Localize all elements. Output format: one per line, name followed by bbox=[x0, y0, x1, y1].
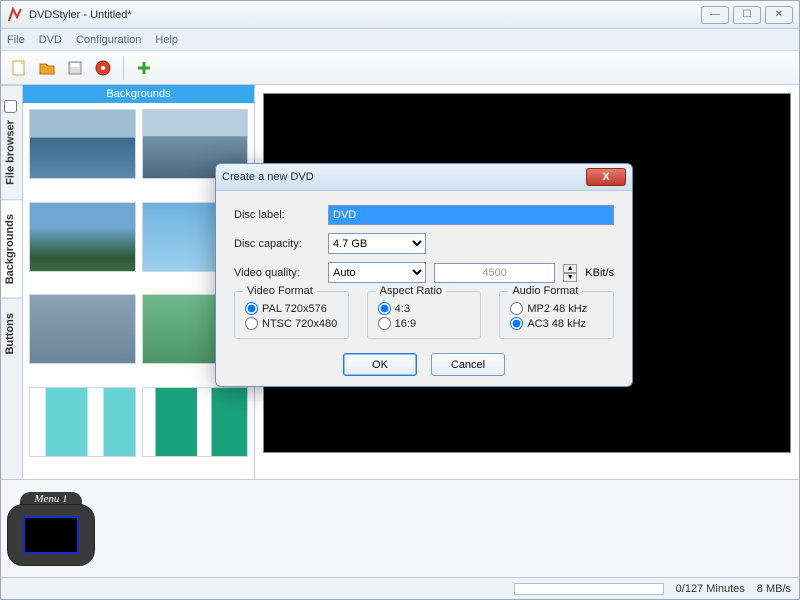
video-pal-radio[interactable] bbox=[245, 302, 258, 315]
window-controls: — ☐ ✕ bbox=[701, 6, 793, 24]
bitrate-spinner[interactable]: ▲ ▼ bbox=[563, 264, 577, 282]
create-dvd-dialog: Create a new DVD X Disc label: Disc capa… bbox=[215, 163, 633, 387]
maximize-button[interactable]: ☐ bbox=[733, 6, 761, 24]
aspect-ratio-group: Aspect Ratio 4:3 16:9 bbox=[367, 291, 482, 339]
aspect-169-radio[interactable] bbox=[378, 317, 391, 330]
aspect-43-radio[interactable] bbox=[378, 302, 391, 315]
audio-ac3-radio[interactable] bbox=[510, 317, 523, 330]
video-format-legend: Video Format bbox=[243, 285, 317, 297]
cancel-button[interactable]: Cancel bbox=[431, 353, 505, 376]
background-thumb[interactable] bbox=[29, 202, 136, 272]
menu-configuration[interactable]: Configuration bbox=[76, 34, 141, 46]
save-icon[interactable] bbox=[63, 56, 87, 80]
video-quality-label: Video quality: bbox=[234, 267, 320, 279]
audio-mp2-radio[interactable] bbox=[510, 302, 523, 315]
tab-file-browser[interactable]: File browser bbox=[1, 85, 22, 199]
ok-button[interactable]: OK bbox=[343, 353, 417, 376]
window-title: DVDStyler - Untitled* bbox=[29, 9, 701, 21]
disc-capacity-label: Disc capacity: bbox=[234, 238, 320, 250]
disc-label-label: Disc label: bbox=[234, 209, 320, 221]
minimize-button[interactable]: — bbox=[701, 6, 729, 24]
progress-bar bbox=[514, 583, 664, 595]
background-thumb[interactable] bbox=[142, 387, 249, 457]
menu-thumbnail bbox=[7, 504, 95, 566]
panel-header: Backgrounds bbox=[23, 85, 254, 103]
background-thumb[interactable] bbox=[29, 387, 136, 457]
background-thumb[interactable] bbox=[29, 109, 136, 179]
disc-label-input[interactable] bbox=[328, 205, 614, 225]
toolbar bbox=[1, 51, 799, 85]
app-icon bbox=[7, 7, 23, 23]
add-icon[interactable] bbox=[132, 56, 156, 80]
menu-file[interactable]: File bbox=[7, 34, 25, 46]
burn-disc-icon[interactable] bbox=[91, 56, 115, 80]
tab-backgrounds[interactable]: Backgrounds bbox=[1, 199, 22, 298]
menu-thumbnail-inner bbox=[23, 516, 79, 554]
video-quality-select[interactable]: Auto bbox=[328, 262, 426, 283]
menu-help[interactable]: Help bbox=[155, 34, 178, 46]
tab-file-browser-checkbox[interactable] bbox=[4, 100, 17, 113]
video-format-group: Video Format PAL 720x576 NTSC 720x480 bbox=[234, 291, 349, 339]
background-thumb[interactable] bbox=[29, 294, 136, 364]
aspect-ratio-legend: Aspect Ratio bbox=[376, 285, 446, 297]
status-rate: 8 MB/s bbox=[757, 583, 791, 595]
audio-format-legend: Audio Format bbox=[508, 285, 582, 297]
video-ntsc-radio[interactable] bbox=[245, 317, 258, 330]
audio-format-group: Audio Format MP2 48 kHz AC3 48 kHz bbox=[499, 291, 614, 339]
dialog-close-button[interactable]: X bbox=[586, 168, 626, 186]
tab-buttons[interactable]: Buttons bbox=[1, 298, 22, 369]
dialog-title: Create a new DVD bbox=[222, 171, 586, 183]
dialog-titlebar: Create a new DVD X bbox=[216, 164, 632, 191]
dialog-body: Disc label: Disc capacity: 4.7 GB Video … bbox=[216, 191, 632, 386]
new-file-icon[interactable] bbox=[7, 56, 31, 80]
timeline-strip: Menu 1 bbox=[1, 479, 799, 577]
status-minutes: 0/127 Minutes bbox=[676, 583, 745, 595]
menu-dvd[interactable]: DVD bbox=[39, 34, 62, 46]
toolbar-separator bbox=[123, 56, 124, 80]
spinner-down-icon[interactable]: ▼ bbox=[563, 273, 577, 282]
kbits-label: KBit/s bbox=[585, 267, 614, 279]
menu-thumbnail-item[interactable]: Menu 1 bbox=[7, 492, 95, 566]
open-file-icon[interactable] bbox=[35, 56, 59, 80]
menubar: File DVD Configuration Help bbox=[1, 29, 799, 51]
side-tabs: File browser Backgrounds Buttons bbox=[1, 85, 23, 479]
spinner-up-icon[interactable]: ▲ bbox=[563, 264, 577, 273]
disc-capacity-select[interactable]: 4.7 GB bbox=[328, 233, 426, 254]
titlebar: DVDStyler - Untitled* — ☐ ✕ bbox=[1, 1, 799, 29]
close-button[interactable]: ✕ bbox=[765, 6, 793, 24]
statusbar: 0/127 Minutes 8 MB/s bbox=[1, 577, 799, 599]
bitrate-input bbox=[434, 263, 555, 283]
